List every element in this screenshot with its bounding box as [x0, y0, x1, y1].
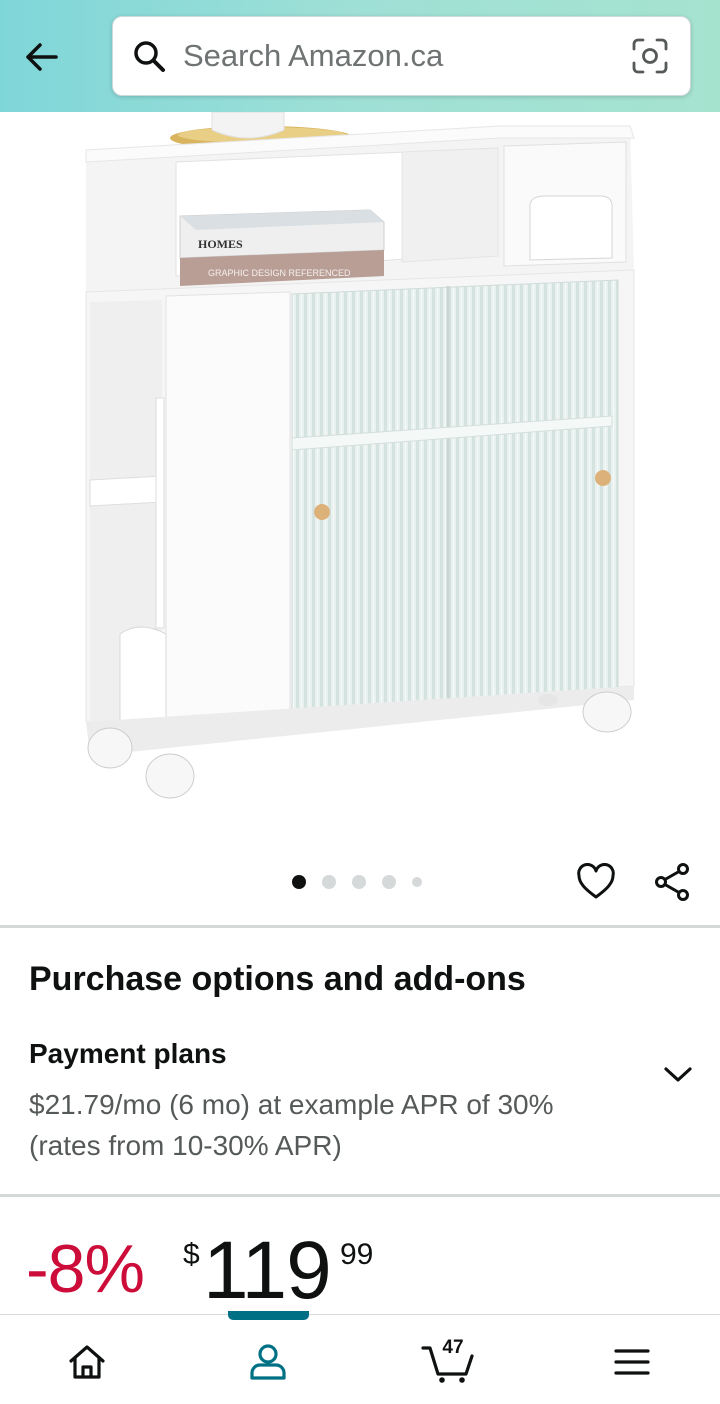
search-input[interactable] — [183, 26, 630, 86]
payment-plans-row[interactable]: Payment plans $21.79/mo (6 mo) at exampl… — [0, 1030, 720, 1180]
nav-cart[interactable]: 47 — [398, 1327, 498, 1397]
carousel-dot-active[interactable] — [292, 875, 306, 889]
nav-you[interactable] — [218, 1327, 318, 1397]
price-block: -8% $ 119 99 — [0, 1222, 720, 1314]
carousel-dot[interactable] — [352, 875, 366, 889]
nav-home[interactable] — [37, 1327, 137, 1397]
purchase-options-title: Purchase options and add-ons — [29, 960, 526, 998]
svg-text:HOMES: HOMES — [198, 237, 243, 251]
expand-button[interactable] — [658, 1060, 698, 1090]
discount-percentage: -8% — [26, 1231, 145, 1307]
carousel-dots[interactable] — [292, 875, 438, 889]
payment-plans-title: Payment plans — [29, 1038, 227, 1069]
back-arrow-icon — [26, 43, 58, 71]
price-fraction: 99 — [340, 1238, 374, 1271]
active-tab-indicator — [228, 1311, 309, 1320]
add-to-list-button[interactable] — [574, 860, 618, 904]
section-divider — [0, 925, 720, 928]
image-carousel-controls — [0, 852, 720, 922]
heart-icon — [577, 863, 615, 899]
share-icon — [655, 863, 689, 901]
carousel-dot[interactable] — [382, 875, 396, 889]
search-icon — [131, 38, 167, 74]
search-bar[interactable] — [112, 16, 691, 96]
carousel-dot[interactable] — [322, 875, 336, 889]
carousel-dot[interactable] — [412, 877, 422, 887]
camera-lens-icon[interactable] — [630, 36, 670, 76]
hamburger-menu-icon — [614, 1349, 650, 1375]
chevron-down-icon — [664, 1067, 692, 1082]
header-bar — [0, 0, 720, 112]
you-icon — [250, 1344, 286, 1380]
payment-plans-description: $21.79/mo (6 mo) at example APR of 30% (… — [29, 1089, 554, 1161]
cart-count-badge: 47 — [442, 1337, 464, 1358]
cabinet-illustration: HOMES GRAPHIC DESIGN REFERENCED — [85, 112, 635, 799]
bottom-navigation-bar: 47 — [0, 1311, 720, 1404]
section-divider — [0, 1194, 720, 1197]
price-currency-symbol: $ — [183, 1238, 200, 1271]
product-image[interactable]: HOMES GRAPHIC DESIGN REFERENCED — [0, 112, 720, 852]
svg-text:GRAPHIC DESIGN REFERENCED: GRAPHIC DESIGN REFERENCED — [208, 268, 351, 278]
share-button[interactable] — [650, 860, 694, 904]
nav-menu[interactable] — [582, 1327, 682, 1397]
price-whole: 119 — [203, 1225, 332, 1314]
back-button[interactable] — [14, 30, 68, 84]
home-icon — [69, 1345, 105, 1379]
